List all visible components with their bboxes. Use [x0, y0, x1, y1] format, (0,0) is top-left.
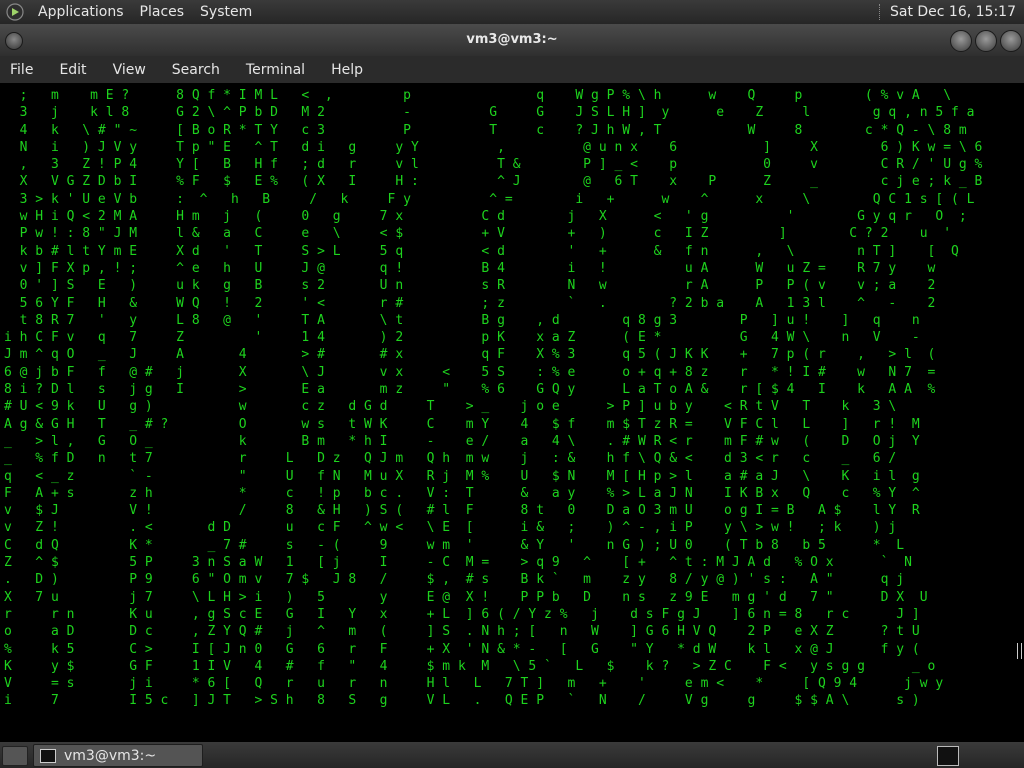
terminal-line: r r n K u , g S c E G I Y x + L ] 6 ( / … — [4, 606, 920, 622]
terminal-line: 3 > k ' U e V b : ^ h B / k F y ^ = i + … — [4, 191, 975, 207]
menu-file[interactable]: File — [0, 62, 33, 78]
terminal-line: , 3 Z ! P 4 Y [ B H f ; d r v l T & P ] … — [4, 157, 983, 173]
terminal-line: 6 @ j b F f @ # j X \ J v x < 5 S : % e … — [4, 364, 936, 380]
bottom-panel: vm3@vm3:~ — [0, 742, 1024, 768]
terminal-line: X V G Z D b I % F $ E % ( X I H : ^ J @ … — [4, 174, 983, 190]
terminal-line: J m ^ q O _ J A 4 > # # x q F X % 3 q 5 … — [4, 347, 936, 363]
terminal-line: _ % f D n t 7 r L D z Q J m Q h m w j : … — [4, 451, 912, 467]
text-cursor-marker — [1017, 643, 1022, 659]
system-menu[interactable]: System — [192, 0, 260, 24]
terminal-line: % k 5 C > I [ J n 0 G 6 r F + X ' N & * … — [4, 641, 920, 657]
top-panel: Applications Places System Sat Dec 16, 1… — [0, 0, 1024, 24]
panel-separator — [878, 4, 882, 20]
terminal-line: X 7 u j 7 \ L H > i ) 5 y E @ X ! P P b … — [4, 589, 928, 605]
menu-view[interactable]: View — [103, 62, 146, 78]
terminal-line: Z ^ $ 5 P 3 n S a W 1 [ j I - C M = > q … — [4, 555, 912, 571]
terminal-line: # U < 9 k U g ) w c z d G d T > _ j o e … — [4, 399, 912, 415]
terminal-line: P w ! : 8 " J M l & a C e \ < $ + V + ) … — [4, 226, 952, 242]
menu-search[interactable]: Search — [162, 62, 220, 78]
terminal-line: k b # l t Y m E X d ' T S > L 5 q < d ' … — [4, 243, 959, 259]
terminal-line: i h C F v q 7 Z ' 1 4 ) 2 p K x a Z ( E … — [4, 330, 920, 346]
terminal-line: v ] F X p , ! ; ^ e h U J @ q ! B 4 i ! … — [4, 260, 936, 276]
terminal-line: 3 j k l 8 G 2 \ ^ P b D M 2 - G G J S L … — [4, 105, 975, 121]
terminal-area[interactable]: ; m m E ? 8 Q f * I M L < , p q W g P % … — [0, 83, 1024, 742]
menu-edit[interactable]: Edit — [49, 62, 86, 78]
terminal-line: 8 i ? D l s j g I > E a m z " % 6 G Q y … — [4, 382, 936, 398]
terminal-line: w H i Q < 2 M A H m j ( 0 g 7 x C d j X … — [4, 209, 967, 225]
terminal-line: v $ J V ! / 8 & H ) S ( # l F 8 t 0 D a … — [4, 503, 920, 519]
terminal-line: N i ) J V y T p " E ^ T d i g y Y , @ u … — [4, 139, 983, 155]
terminal-line: A g & G H T _ # ? O w s t W K C m Y 4 $ … — [4, 416, 920, 432]
menu-terminal[interactable]: Terminal — [236, 62, 305, 78]
terminal-line: V = s j i * 6 [ Q r u r n H l L 7 T ] m … — [4, 676, 944, 692]
terminal-line: . D ) P 9 6 " O m v 7 $ J 8 / $ , # s B … — [4, 572, 920, 588]
menu-help[interactable]: Help — [321, 62, 363, 78]
taskbar-item-label: vm3@vm3:~ — [64, 747, 157, 764]
terminal-menubar: File Edit View Search Terminal Help — [0, 56, 1024, 83]
show-desktop-button[interactable] — [2, 746, 28, 766]
terminal-line: i 7 I 5 c ] J T > S h 8 S g V L . Q E P … — [4, 693, 920, 709]
terminal-line: _ > l , G O _ k B m * h I - e / a 4 \ . … — [4, 433, 920, 449]
terminal-line: t 8 R 7 ' y L 8 @ ' T A \ t B g , d q 8 … — [4, 312, 920, 328]
terminal-line: 5 6 Y F H & W Q ! 2 ' < r # ; z ` . ? 2 … — [4, 295, 936, 311]
terminal-line: ; m m E ? 8 Q f * I M L < , p q W g P % … — [4, 88, 952, 103]
taskbar-item-terminal[interactable]: vm3@vm3:~ — [33, 744, 203, 767]
gnome-foot-icon[interactable] — [4, 1, 26, 23]
window-title: vm3@vm3:~ — [466, 32, 558, 47]
clock[interactable]: Sat Dec 16, 15:17 — [890, 4, 1024, 20]
terminal-line: q < _ z ` - " U f N M u X R j M % U $ N … — [4, 468, 920, 484]
terminal-icon — [40, 748, 56, 763]
close-button[interactable] — [1000, 30, 1022, 52]
terminal-line: K y $ G F 1 I V 4 # f " 4 $ m k M \ 5 ` … — [4, 658, 936, 674]
applications-menu[interactable]: Applications — [30, 0, 132, 24]
terminal-line: F A + s z h * c ! p b c . V : T & a y % … — [4, 485, 920, 501]
workspace-switcher[interactable] — [937, 746, 959, 766]
window-titlebar[interactable]: vm3@vm3:~ — [0, 24, 1024, 56]
places-menu[interactable]: Places — [132, 0, 193, 24]
terminal-line: 4 k \ # " ~ [ B o R * T Y c 3 P T c ? J … — [4, 122, 967, 138]
terminal-line: 0 ' ] S E ) u k g B s 2 U n s R N w r A … — [4, 278, 936, 294]
terminal-line: o a D D c , Z Y Q # j ^ m ( ] S . N h ; … — [4, 624, 920, 640]
minimize-button[interactable] — [950, 30, 972, 52]
terminal-line: v Z ! . < d D u c F ^ w < \ E [ i & ; ) … — [4, 520, 912, 536]
maximize-button[interactable] — [975, 30, 997, 52]
terminal-line: C d Q K * _ 7 # s - ( 9 w m ' & Y ' n G … — [4, 537, 905, 553]
terminal-output: ; m m E ? 8 Q f * I M L < , p q W g P % … — [0, 83, 1024, 710]
